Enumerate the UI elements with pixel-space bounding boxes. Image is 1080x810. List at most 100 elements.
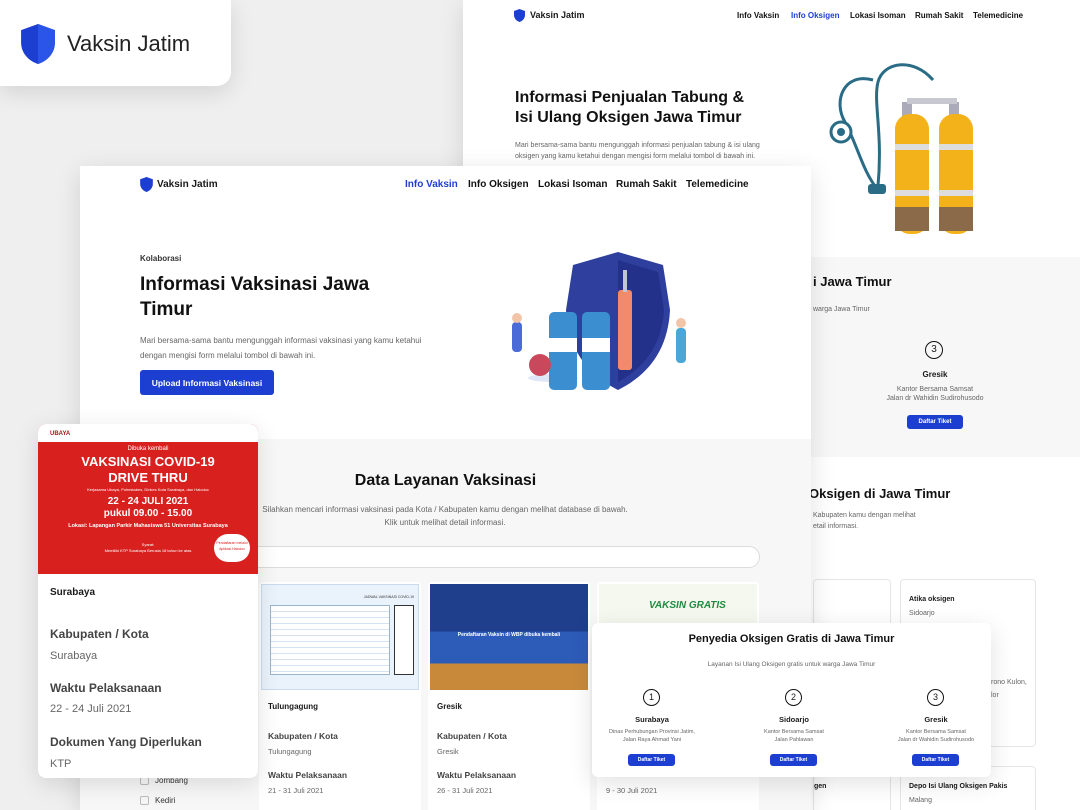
poster-title: VAKSIN GRATIS — [649, 600, 726, 611]
card-label-waktu: Waktu Pelaksanaan — [268, 770, 348, 780]
poster-topbar — [38, 424, 258, 442]
item-number-text: 2 — [790, 692, 796, 702]
checkbox[interactable] — [140, 796, 149, 805]
card-value-waktu: 9 - 30 Juli 2021 — [606, 786, 658, 795]
vaksin-card-tulungagung[interactable]: JADWAL VAKSINASI COVID-19 Tulungagung Ka… — [259, 582, 421, 810]
data-section-desc: Silahkan mencari informasi vaksinasi pad… — [262, 505, 628, 527]
poster-location: Lokasi: Lapangan Parkir Mahasiswa 51 Uni… — [68, 523, 228, 529]
hero-title: Informasi Vaksinasi Jawa Timur — [140, 274, 370, 320]
nav-telemedicine[interactable]: Telemedicine — [973, 11, 1023, 20]
card-title: gen — [814, 783, 827, 790]
item-address-1: Kantor Bersama Samsat — [906, 729, 966, 735]
daftar-tiket-button[interactable]: Daftar Tiket — [770, 754, 817, 766]
filter-item-kediri[interactable]: Kediri — [140, 796, 175, 805]
item-address-1: Kantor Bersama Samsat — [764, 729, 824, 735]
vaksin-card-gresik[interactable]: Pendaftaran Vaksin di WBP dibuka kembali… — [428, 582, 590, 810]
popup-subtitle: Layanan Isi Ulang Oksigen gratis untuk w… — [707, 661, 876, 668]
nav-info-oksigen[interactable]: Info Oksigen — [468, 179, 529, 190]
data-section-title: Data Layanan Vaksinasi — [354, 472, 537, 489]
item-address-2: Jalan Raya Ahmad Yani — [622, 737, 682, 743]
item-number-text: 1 — [648, 692, 654, 702]
oxygen-provider-popup: Penyedia Oksigen Gratis di Jawa Timur La… — [592, 623, 991, 777]
poster-requirement-label: Syarat: — [141, 542, 155, 547]
oxygen-hero-title: Informasi Penjualan Tabung & Isi Ulang O… — [515, 89, 745, 126]
poster-app-badge: Pendaftaran melalui Aplikasi Halodoc — [214, 534, 250, 562]
item-address-2: Jalan dr Wahidin Sudirohusodo — [886, 395, 984, 402]
item-number-text: 3 — [931, 344, 937, 355]
logo-badge: Vaksin Jatim — [0, 0, 231, 86]
nav-info-vaksin[interactable]: Info Vaksin — [405, 179, 458, 190]
card-value-kota: Tulungagung — [268, 747, 312, 756]
oxygen-page-header: Vaksin Jatim Info Vaksin Info Oksigen Lo… — [463, 0, 1080, 32]
daftar-tiket-button[interactable]: Daftar Tiket — [907, 415, 963, 429]
detail-label-kota: Kabupaten / Kota — [50, 627, 149, 641]
card-city: Tulungagung — [268, 702, 319, 711]
item-number-3: 3 — [927, 689, 944, 706]
nav-rumah-sakit[interactable]: Rumah Sakit — [915, 11, 963, 20]
shield-logo-icon — [140, 177, 153, 192]
card-value-waktu: 26 - 31 Juli 2021 — [437, 786, 493, 795]
card-title: Depo Isi Ulang Oksigen Pakis — [909, 783, 1008, 790]
detail-value-dokumen: KTP — [50, 758, 72, 770]
hero-description: Mari bersama-sama bantu mengunggah infor… — [140, 336, 422, 360]
card-city: Gresik — [437, 702, 462, 711]
item-address-2: Jalan dr Wahidin Sudirohusodo — [897, 737, 975, 743]
item-number-text: 3 — [932, 692, 938, 702]
card-city: Malang — [909, 797, 932, 804]
provider-item-1: 1 Surabaya Dinas Perhubungan Provinsi Ja… — [592, 689, 712, 769]
poster-subtitle: Kerjasama Ubaya, Polrestabes, Dinkes Kot… — [87, 487, 209, 492]
brand-name[interactable]: Vaksin Jatim — [530, 10, 585, 20]
poster-title: Pendaftaran Vaksin di WBP dibuka kembali — [457, 632, 561, 638]
card-label-waktu: Waktu Pelaksanaan — [437, 770, 517, 780]
detail-label-dokumen: Dokumen Yang Diperlukan — [50, 735, 202, 749]
daftar-tiket-button[interactable]: Daftar Tiket — [628, 754, 675, 766]
poster-image-schedule: JADWAL VAKSINASI COVID-19 — [261, 584, 419, 690]
shield-logo-icon — [514, 9, 525, 22]
upload-vaksinasi-button[interactable]: Upload Informasi Vaksinasi — [140, 370, 274, 395]
poster-title-1: VAKSINASI COVID-19 — [81, 454, 215, 469]
schedule-banner — [394, 605, 414, 675]
nav-lokasi-isoman[interactable]: Lokasi Isoman — [538, 179, 607, 190]
section2-title: Oksigen di Jawa Timur — [809, 486, 951, 501]
section1-subtitle: warga Jawa Timur — [813, 306, 870, 313]
nav-telemedicine[interactable]: Telemedicine — [686, 179, 749, 190]
poster-image-wbp: Pendaftaran Vaksin di WBP dibuka kembali — [430, 584, 588, 690]
ubaya-logo: UBAYA — [50, 431, 71, 437]
card-label-kota: Kabupaten / Kota — [268, 731, 338, 741]
nav-rumah-sakit[interactable]: Rumah Sakit — [616, 179, 677, 190]
oxygen-tank-illustration — [829, 63, 973, 234]
detail-city: Surabaya — [50, 587, 96, 598]
item-city: Gresik — [922, 370, 948, 379]
poster-title: JADWAL VAKSINASI COVID-19 — [363, 595, 414, 599]
card-value-kota: Gresik — [437, 747, 459, 756]
popup-title: Penyedia Oksigen Gratis di Jawa Timur — [688, 633, 895, 645]
poster-date: 22 - 24 JULI 2021 — [107, 496, 189, 507]
poster-title-2: DRIVE THRU — [108, 470, 188, 485]
card-city: Sidoarjo — [909, 610, 935, 617]
poster-kicker: Dibuka kembali — [127, 446, 169, 452]
item-city: Gresik — [924, 715, 948, 724]
provider-item-2: 2 Sidoarjo Kantor Bersama Samsat Jalan P… — [734, 689, 854, 769]
item-city: Surabaya — [635, 715, 669, 724]
vaccine-illustration — [512, 252, 686, 390]
nav-info-oksigen[interactable]: Info Oksigen — [791, 11, 839, 20]
section2-subtitle-1: Kabupaten kamu dengan melihat — [813, 512, 916, 519]
section1-title: i Jawa Timur — [813, 274, 892, 289]
item-number-3: 3 — [925, 341, 943, 359]
schedule-grid — [270, 605, 390, 675]
search-input[interactable] — [180, 546, 760, 568]
hero-kicker: Kolaborasi — [140, 254, 182, 263]
nav-info-vaksin[interactable]: Info Vaksin — [737, 11, 779, 20]
brand-name[interactable]: Vaksin Jatim — [157, 179, 218, 190]
nav-lokasi-isoman[interactable]: Lokasi Isoman — [850, 11, 906, 20]
card-value-waktu: 21 - 31 Juli 2021 — [268, 786, 324, 795]
detail-value-waktu: 22 - 24 Juli 2021 — [50, 703, 132, 715]
oxygen-hero-desc: Mari bersama-sama bantu mengunggah infor… — [515, 142, 760, 160]
item-number-2: 2 — [785, 689, 802, 706]
daftar-tiket-button[interactable]: Daftar Tiket — [912, 754, 959, 766]
item-number-1: 1 — [643, 689, 660, 706]
detail-card-surabaya[interactable]: UBAYA Dibuka kembali VAKSINASI COVID-19 … — [38, 424, 258, 778]
shield-logo-icon — [21, 24, 55, 64]
item-address-1: Kantor Bersama Samsat — [896, 386, 974, 393]
logo-title: Vaksin Jatim — [67, 31, 191, 56]
